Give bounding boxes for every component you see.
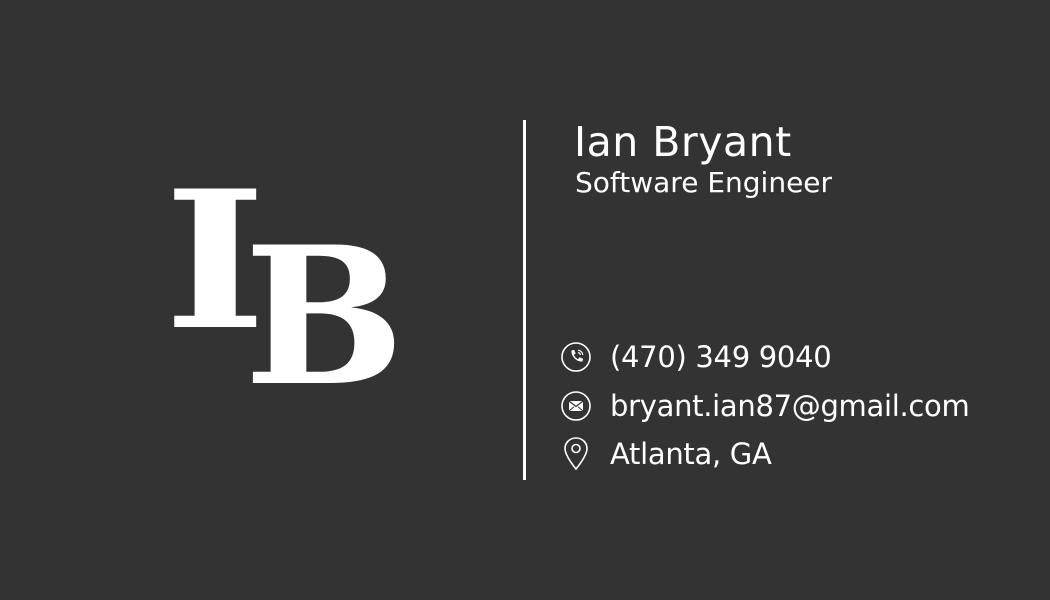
email-address[interactable]: bryant.ian87@gmail.com xyxy=(610,389,970,423)
person-name: Ian Bryant xyxy=(574,118,792,166)
business-card: I B Ian Bryant Software Engineer (470) 3… xyxy=(0,0,1050,600)
contact-location: Atlanta, GA xyxy=(560,434,1020,474)
phone-icon xyxy=(560,341,592,373)
location-pin-icon xyxy=(560,437,592,471)
monogram-letter-b: B xyxy=(244,205,405,428)
job-title: Software Engineer xyxy=(575,166,833,199)
location-text: Atlanta, GA xyxy=(610,437,772,471)
phone-number[interactable]: (470) 349 9040 xyxy=(610,340,832,374)
mail-icon xyxy=(560,390,592,422)
vertical-divider xyxy=(523,120,526,480)
contact-phone: (470) 349 9040 xyxy=(560,337,1020,377)
contact-email: bryant.ian87@gmail.com xyxy=(560,386,1020,426)
monogram-logo: I B xyxy=(160,166,405,412)
